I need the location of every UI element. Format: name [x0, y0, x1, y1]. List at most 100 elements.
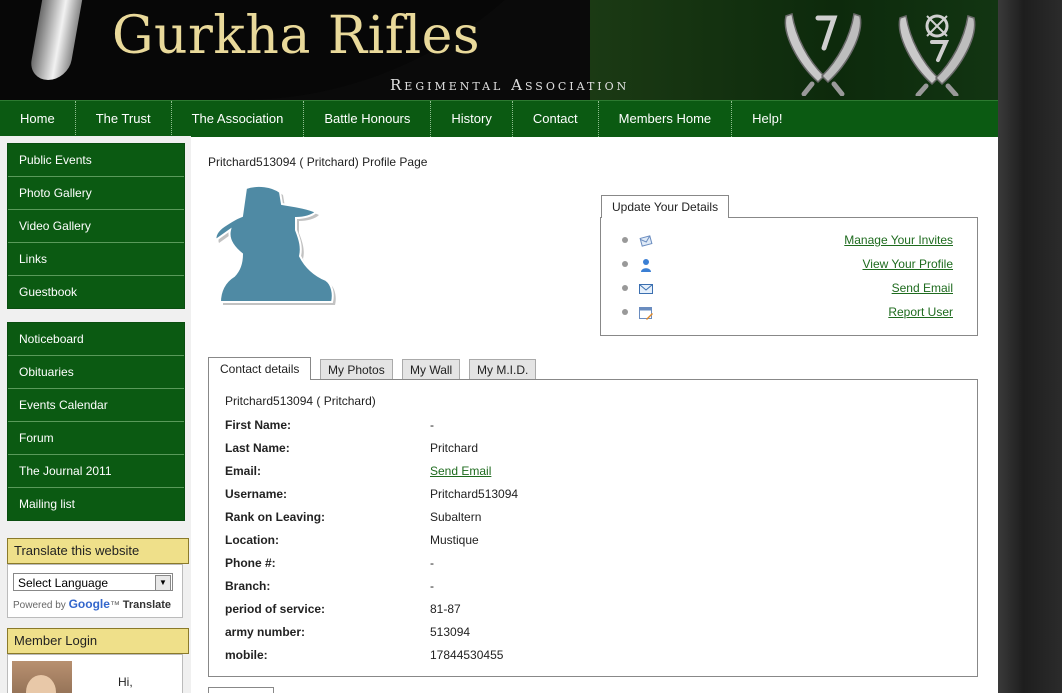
bullet — [622, 261, 628, 267]
nav-home[interactable]: Home — [0, 101, 76, 137]
detail-row-phone: Phone #: - — [225, 556, 965, 576]
report-user-row: Report User — [601, 303, 977, 323]
detail-value: - — [430, 579, 434, 593]
site-title[interactable]: Gurkha Rifles — [112, 6, 480, 66]
sidebar-item-mailing-list[interactable]: Mailing list — [8, 488, 184, 520]
language-select-value: Select Language — [18, 576, 109, 590]
send-email-detail-link[interactable]: Send Email — [430, 464, 491, 478]
detail-row-last-name: Last Name: Pritchard — [225, 441, 965, 461]
crossed-kukris-emblem-icon — [784, 13, 862, 96]
report-icon — [639, 307, 653, 320]
partial-tab-below — [208, 687, 274, 693]
default-profile-silhouette-icon — [214, 184, 336, 305]
tab-contact-details[interactable]: Contact details — [208, 357, 312, 380]
detail-label: Rank on Leaving: — [225, 510, 326, 524]
translate-heading: Translate this website — [7, 538, 189, 564]
detail-label: Phone #: — [225, 556, 276, 570]
sidebar-item-forum[interactable]: Forum — [8, 422, 184, 455]
detail-label: First Name: — [225, 418, 292, 432]
invite-icon — [639, 235, 653, 247]
sidebar-item-guestbook[interactable]: Guestbook — [8, 276, 184, 308]
sidebar-item-public-events[interactable]: Public Events — [8, 144, 184, 177]
nav-help[interactable]: Help! — [732, 101, 802, 137]
member-login-heading: Member Login — [7, 628, 189, 654]
member-face — [26, 675, 56, 693]
nav-the-trust[interactable]: The Trust — [76, 101, 172, 137]
tab-my-mid[interactable]: My M.I.D. — [469, 359, 537, 380]
page: Gurkha Rifles Regimental Association Hom… — [0, 0, 998, 693]
nav-the-association[interactable]: The Association — [172, 101, 305, 137]
main-nav: Home The Trust The Association Battle Ho… — [0, 100, 998, 137]
send-email-link[interactable]: Send Email — [892, 281, 953, 295]
detail-row-branch: Branch: - — [225, 579, 965, 599]
powered-by-google[interactable]: Powered by Google™ Translate — [13, 597, 171, 611]
view-profile-link[interactable]: View Your Profile — [862, 257, 953, 271]
detail-row-rank: Rank on Leaving: Subaltern — [225, 510, 965, 530]
detail-label: Branch: — [225, 579, 271, 593]
powered-by-text: Powered by — [13, 600, 66, 611]
detail-value: 17844530455 — [430, 648, 504, 662]
nav-history[interactable]: History — [431, 101, 513, 137]
sidebar-item-links[interactable]: Links — [8, 243, 184, 276]
bullet — [622, 285, 628, 291]
sidebar-menu-public: Public Events Photo Gallery Video Galler… — [7, 143, 185, 309]
detail-row-army-number: army number: 513094 — [225, 625, 965, 645]
translate-widget: Select Language ▼ Powered by Google™ Tra… — [7, 564, 183, 618]
tab-my-wall[interactable]: My Wall — [402, 359, 461, 380]
detail-value: Subaltern — [430, 510, 482, 524]
detail-label: Username: — [225, 487, 288, 501]
detail-value: - — [430, 556, 434, 570]
detail-row-mobile: mobile: 17844530455 — [225, 648, 965, 668]
view-profile-row: View Your Profile — [601, 255, 977, 275]
sidebar-item-journal-2011[interactable]: The Journal 2011 — [8, 455, 184, 488]
details-heading: Pritchard513094 ( Pritchard) — [225, 394, 376, 408]
detail-value: 81-87 — [430, 602, 461, 616]
detail-row-location: Location: Mustique — [225, 533, 965, 553]
detail-value: - — [430, 418, 434, 432]
sidebar-item-video-gallery[interactable]: Video Gallery — [8, 210, 184, 243]
detail-label: army number: — [225, 625, 306, 639]
contact-details-panel: Pritchard513094 ( Pritchard) First Name:… — [208, 379, 978, 677]
manage-invites-link[interactable]: Manage Your Invites — [844, 233, 953, 247]
trademark-symbol: ™ — [109, 600, 120, 611]
detail-row-username: Username: Pritchard513094 — [225, 487, 965, 507]
report-user-link[interactable]: Report User — [888, 305, 953, 319]
member-avatar — [12, 661, 72, 693]
tab-my-photos[interactable]: My Photos — [320, 359, 393, 380]
chevron-down-icon[interactable]: ▼ — [155, 575, 171, 591]
bullet — [622, 237, 628, 243]
detail-value: Pritchard — [430, 441, 479, 455]
send-email-row: Send Email — [601, 279, 977, 299]
google-logo-text: Google — [68, 597, 110, 611]
envelope-icon — [639, 284, 653, 294]
translate-word: Translate — [122, 599, 172, 611]
nav-contact[interactable]: Contact — [513, 101, 599, 137]
detail-label: Location: — [225, 533, 279, 547]
sidebar-item-obituaries[interactable]: Obituaries — [8, 356, 184, 389]
detail-label: mobile: — [225, 648, 268, 662]
update-details-tab[interactable]: Update Your Details — [601, 195, 730, 218]
nav-members-home[interactable]: Members Home — [599, 101, 733, 137]
detail-row-email: Email: Send Email — [225, 464, 965, 484]
user-icon — [641, 259, 651, 272]
update-details-box: Manage Your Invites View Your Profile Se… — [600, 217, 978, 336]
detail-label: Email: — [225, 464, 262, 478]
window-background-strip — [998, 0, 1062, 693]
sidebar-item-noticeboard[interactable]: Noticeboard — [8, 323, 184, 356]
language-select[interactable]: Select Language ▼ — [13, 573, 173, 591]
sidebar-item-photo-gallery[interactable]: Photo Gallery — [8, 177, 184, 210]
bullet — [622, 309, 628, 315]
sidebar-menu-members: Noticeboard Obituaries Events Calendar F… — [7, 322, 185, 521]
detail-value: Pritchard513094 — [430, 487, 519, 501]
member-login-widget: Hi, — [7, 654, 183, 693]
page-title: Pritchard513094 ( Pritchard) Profile Pag… — [208, 155, 428, 169]
nav-battle-honours[interactable]: Battle Honours — [304, 101, 432, 137]
sidebar-item-events-calendar[interactable]: Events Calendar — [8, 389, 184, 422]
crossed-kukris-crest-icon — [898, 14, 976, 96]
detail-value: Mustique — [430, 533, 479, 547]
detail-value: 513094 — [430, 625, 471, 639]
detail-label: Last Name: — [225, 441, 290, 455]
site-header: Gurkha Rifles Regimental Association — [0, 0, 998, 100]
detail-row-period-of-service: period of service: 81-87 — [225, 602, 965, 622]
detail-row-first-name: First Name: - — [225, 418, 965, 438]
